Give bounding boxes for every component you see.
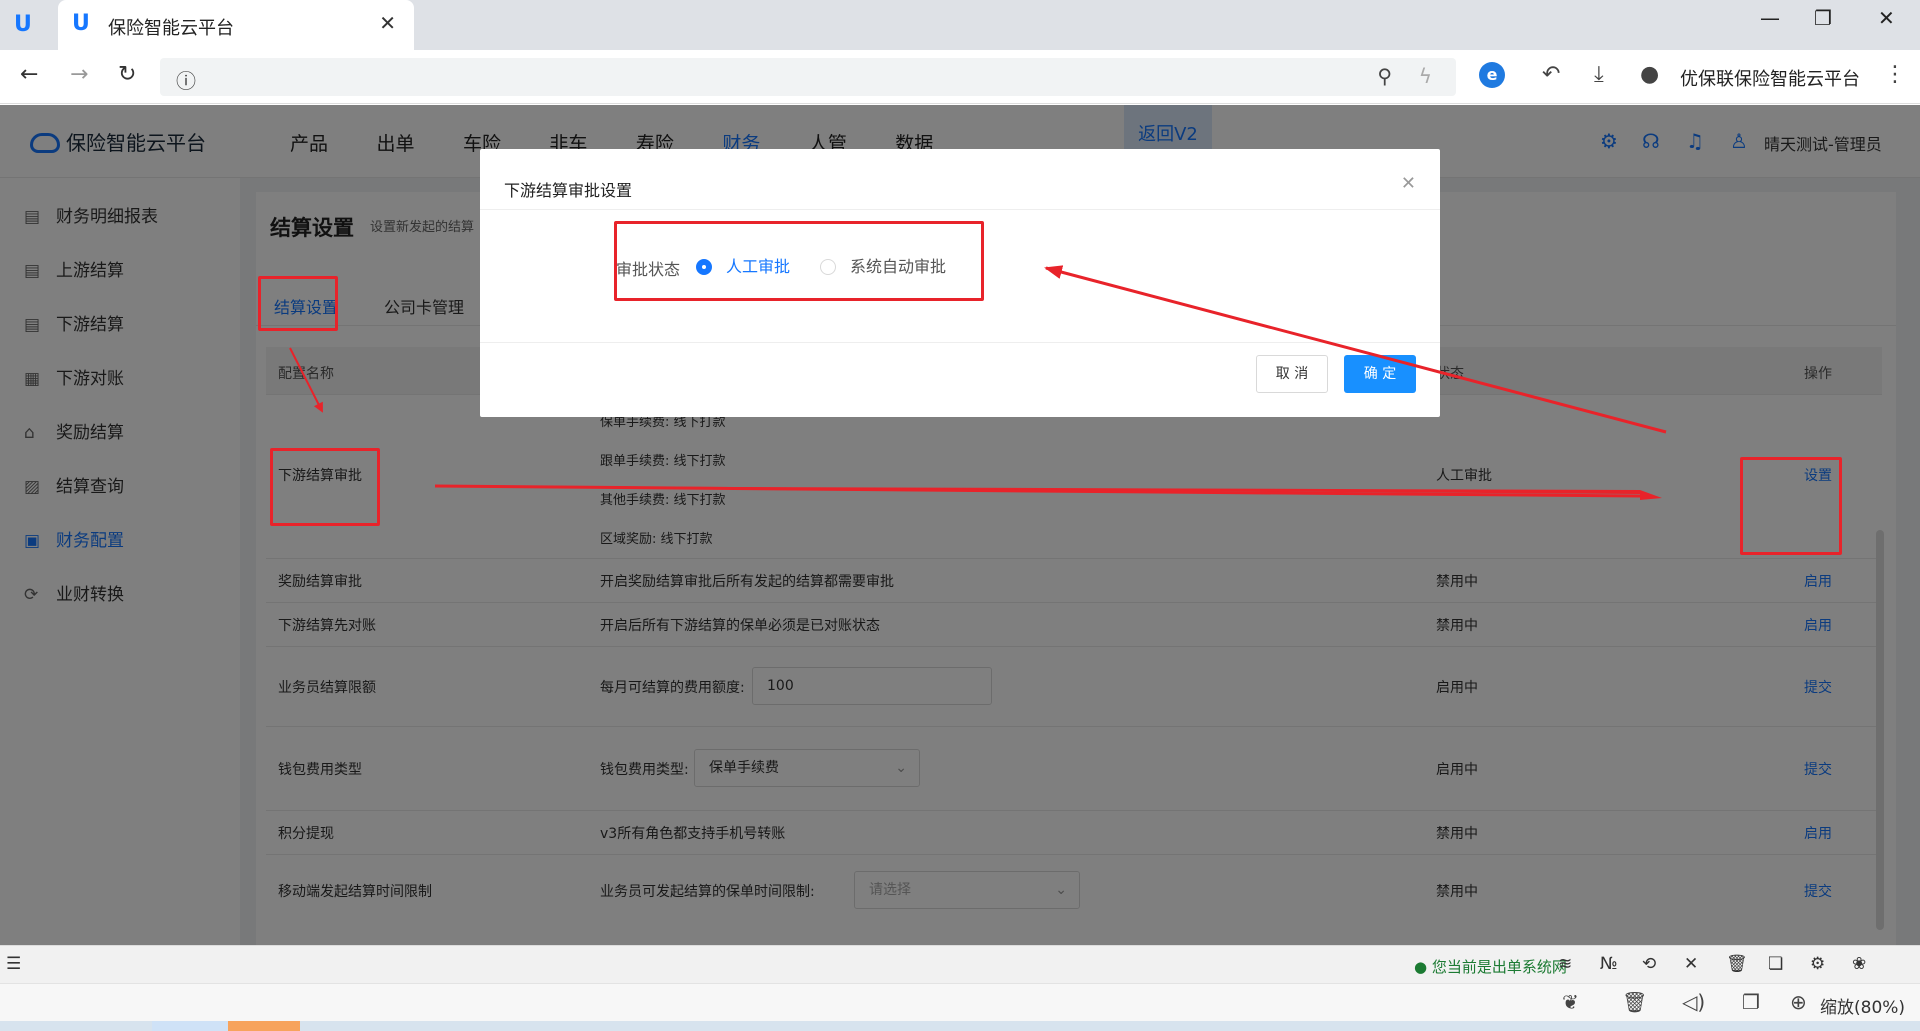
check-circle-icon: ● — [1414, 958, 1428, 976]
copy-icon[interactable]: ❏ — [1768, 954, 1783, 974]
annotation-arrow — [289, 347, 323, 413]
annotation-arrow — [1044, 265, 1667, 434]
paw-icon[interactable]: ❀ — [1852, 954, 1866, 974]
zoom-level[interactable]: 缩放(80%) — [1820, 993, 1905, 1018]
browser-bottom-bar: ❦ 🗑 ◁) ❐ ⊕ 缩放(80%) — [0, 983, 1920, 1021]
zoom-in-icon[interactable]: ⊕ — [1790, 990, 1807, 1014]
trash-icon[interactable]: 🗑 — [1622, 990, 1647, 1014]
taskbar-item[interactable] — [228, 1021, 300, 1031]
numero-icon[interactable]: № — [1600, 954, 1618, 974]
menu-lines-icon[interactable]: ☰ — [6, 954, 21, 974]
gear-icon[interactable]: ⚙ — [1810, 954, 1825, 974]
sync-icon[interactable]: ⟲ — [1642, 954, 1656, 974]
close-icon[interactable]: ✕ — [1684, 954, 1698, 974]
trash-icon[interactable]: 🗑 — [1726, 954, 1748, 974]
volume-icon[interactable]: ◁) — [1682, 990, 1705, 1014]
status-bar: ☰ ● 您当前是出单系统网 ≋ № ⟲ ✕ 🗑 ❏ ⚙ ❀ — [0, 945, 1920, 983]
wifi-icon: ≋ — [1558, 954, 1573, 974]
taskbar-item[interactable] — [152, 1021, 228, 1031]
status-network-text: ● 您当前是出单系统网 — [1414, 958, 1567, 976]
leaf-icon[interactable]: ❦ — [1562, 990, 1579, 1014]
window-icon[interactable]: ❐ — [1742, 990, 1760, 1014]
annotation-arrows — [289, 265, 1667, 500]
